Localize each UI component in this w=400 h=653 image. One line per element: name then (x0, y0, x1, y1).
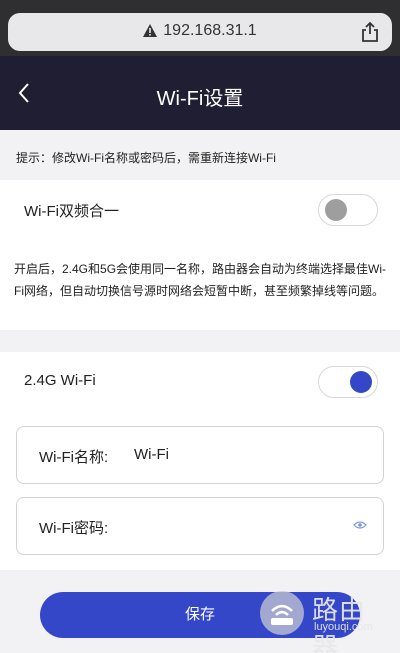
toggle-knob (325, 199, 347, 221)
wifi-24g-row: 2.4G Wi-Fi (0, 352, 400, 408)
router-logo-icon (260, 591, 304, 635)
browser-toolbar: 192.168.31.1 (0, 0, 400, 56)
wifi-name-value[interactable]: Wi-Fi (134, 446, 169, 463)
wifi-name-field[interactable]: Wi-Fi名称: Wi-Fi (16, 426, 384, 484)
share-icon[interactable] (360, 21, 380, 43)
dual-band-description: 开启后，2.4G和5G会使用同一名称，路由器会自动为终端选择最佳Wi-Fi网络，… (0, 238, 400, 330)
toggle-knob (350, 371, 372, 393)
app-header: Wi-Fi设置 (0, 56, 400, 130)
page-title: Wi-Fi设置 (156, 88, 244, 110)
wifi-password-field[interactable]: Wi-Fi密码: (16, 497, 384, 555)
eye-icon[interactable] (353, 520, 367, 530)
section-divider (0, 330, 400, 352)
watermark-url: luyouqi.com (314, 621, 373, 633)
wifi-24g-label: 2.4G Wi-Fi (24, 372, 96, 389)
wifi-form: Wi-Fi名称: Wi-Fi Wi-Fi密码: (0, 408, 400, 570)
dual-band-label: Wi-Fi双频合一 (24, 203, 119, 220)
address-bar[interactable]: 192.168.31.1 (8, 13, 392, 51)
warning-icon (143, 24, 158, 37)
watermark: 路由器 luyouqi.com (260, 588, 392, 653)
dual-band-toggle[interactable] (318, 194, 378, 226)
dual-band-row: Wi-Fi双频合一 (0, 180, 400, 238)
wifi-24g-toggle[interactable] (318, 366, 378, 398)
address-text-wrapper: 192.168.31.1 (8, 22, 392, 40)
tip-text: 提示：修改Wi-Fi名称或密码后，需重新连接Wi-Fi (0, 130, 400, 180)
wifi-name-label: Wi-Fi名称: (39, 449, 109, 466)
url-text: 192.168.31.1 (163, 22, 257, 39)
wifi-password-label: Wi-Fi密码: (39, 520, 109, 537)
